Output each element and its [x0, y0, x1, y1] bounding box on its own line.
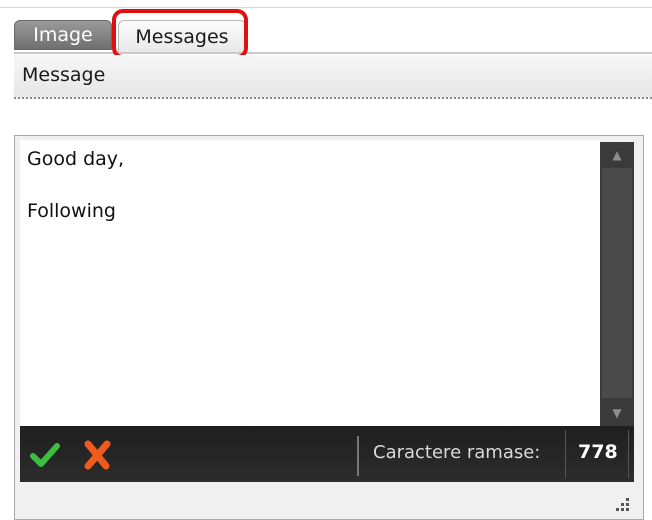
top-divider [0, 7, 652, 8]
confirm-button[interactable] [28, 438, 62, 472]
tab-image[interactable]: Image [14, 20, 112, 50]
tab-messages[interactable]: Messages [118, 20, 246, 52]
tab-strip: Image Messages [14, 16, 652, 54]
x-cancel-icon [84, 440, 111, 470]
section-title: Message [22, 64, 106, 86]
message-line: Good day, [27, 148, 125, 170]
counter-divider [628, 430, 629, 478]
cancel-button[interactable] [80, 438, 114, 472]
scroll-track[interactable] [602, 168, 632, 398]
vertical-scrollbar[interactable]: ▲ ▼ [600, 142, 634, 426]
tab-messages-label: Messages [135, 25, 229, 48]
message-textarea[interactable]: Good day, Following [20, 140, 600, 426]
tab-image-label: Image [33, 24, 93, 46]
characters-remaining-count: 778 [578, 441, 618, 463]
counter-divider [565, 430, 566, 478]
editor-toolbar: Caractere ramase: 778 [20, 426, 634, 482]
resize-grip-icon[interactable] [612, 494, 632, 514]
scroll-up-arrow-icon[interactable]: ▲ [600, 144, 634, 166]
section-header: Message [14, 55, 652, 99]
message-line: Following [27, 200, 116, 222]
checkmark-icon [30, 443, 60, 467]
toolbar-divider [357, 436, 359, 476]
characters-remaining-label: Caractere ramase: [373, 442, 541, 463]
scroll-down-arrow-icon[interactable]: ▼ [600, 402, 634, 424]
